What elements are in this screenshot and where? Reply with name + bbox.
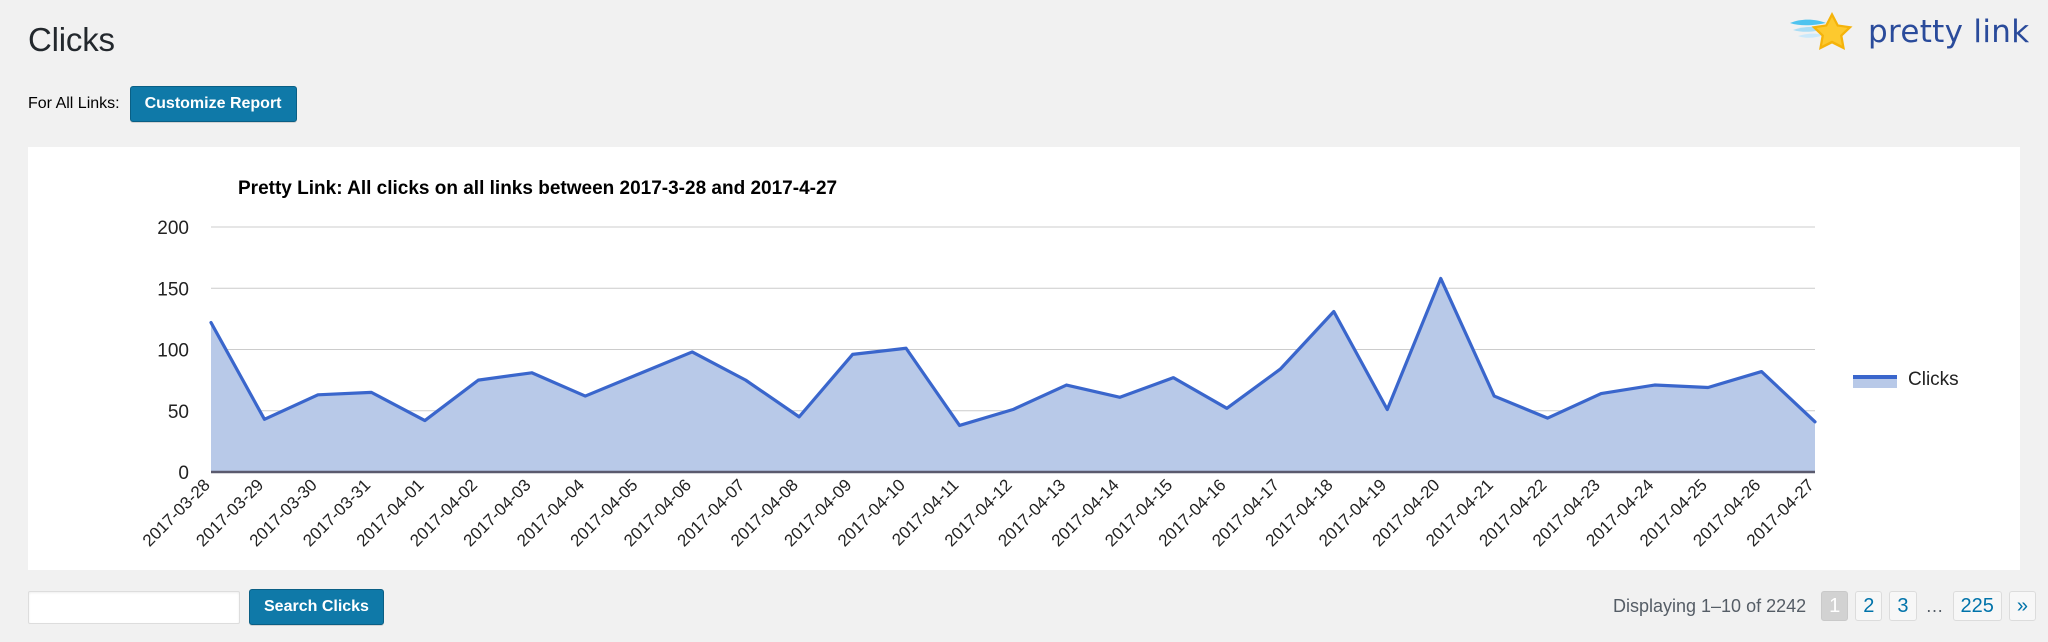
- displaying-count: Displaying 1–10 of 2242: [1612, 596, 1807, 616]
- legend-swatch-clicks: [1853, 373, 1897, 388]
- svg-text:100: 100: [157, 341, 189, 362]
- page-button-2[interactable]: 2: [1855, 591, 1883, 621]
- page-button-3[interactable]: 3: [1889, 591, 1917, 621]
- for-all-links-label: For All Links:: [28, 95, 120, 112]
- chart-card: Pretty Link: All clicks on all links bet…: [28, 147, 2020, 570]
- chart-plot-area: 0 50 100 150 200 2017-03-28 2017-03-29 2017-03…: [28, 147, 2020, 570]
- svg-text:150: 150: [157, 279, 189, 300]
- chart-series-area: [209, 276, 1817, 472]
- pretty-link-logo: pretty link: [1788, 8, 2036, 56]
- for-all-links-row: For All Links: Customize Report: [28, 86, 297, 122]
- page-button-last[interactable]: 225: [1952, 591, 2002, 621]
- table-footer: Search Clicks Displaying 1–10 of 2242 1 …: [0, 585, 2048, 642]
- logo-text: pretty link: [1868, 14, 2030, 50]
- svg-text:200: 200: [157, 218, 189, 239]
- legend-label-clicks: Clicks: [1908, 369, 1959, 390]
- customize-report-button[interactable]: Customize Report: [129, 86, 297, 122]
- page-ellipsis: …: [1925, 596, 1944, 616]
- pretty-link-star-icon: [1790, 12, 1853, 50]
- chart-gridlines: [211, 226, 1815, 412]
- svg-text:50: 50: [168, 402, 189, 423]
- chart-y-axis-labels: 0 50 100 150 200: [157, 218, 189, 484]
- page-title: Clicks: [28, 21, 115, 58]
- clicks-area-chart: 0 50 100 150 200 2017-03-282017-03-292017-03…: [139, 218, 1818, 550]
- chart-legend: Clicks: [1853, 369, 1959, 391]
- next-page-button[interactable]: »: [2008, 591, 2036, 621]
- search-clicks-form: Search Clicks: [28, 589, 384, 625]
- search-input[interactable]: [28, 590, 240, 624]
- chart-x-axis-labels: 2017-03-282017-03-292017-03-302017-03-31…: [139, 475, 1818, 550]
- pagination: Displaying 1–10 of 2242 1 2 3 … 225 »: [1613, 591, 2036, 621]
- page-header: Clicks For All Links: Customize Report p…: [0, 0, 2048, 132]
- svg-text:0: 0: [178, 463, 189, 484]
- search-clicks-button[interactable]: Search Clicks: [249, 589, 384, 625]
- page-button-1: 1: [1821, 591, 1849, 621]
